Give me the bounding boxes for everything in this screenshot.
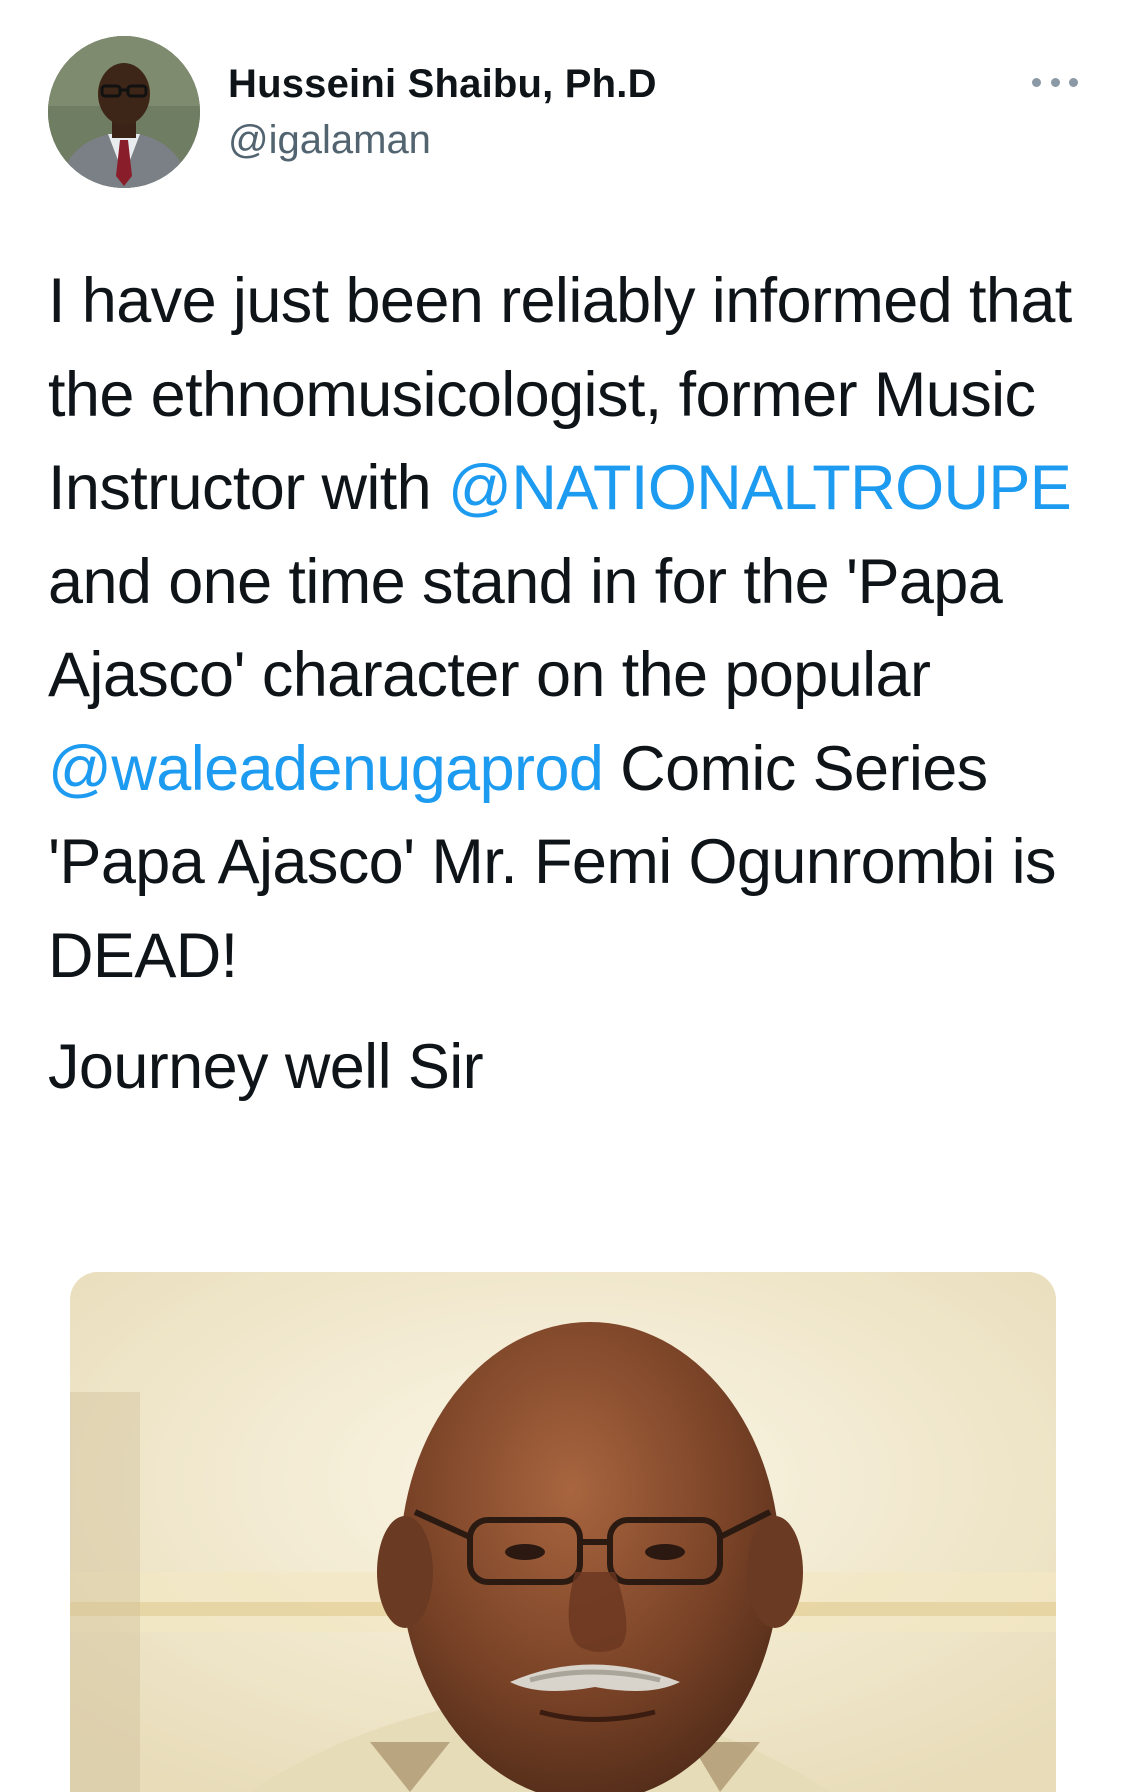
author-name[interactable]: Husseini Shaibu, Ph.D xyxy=(228,62,657,107)
mention-link[interactable]: @NATIONALTROUPE xyxy=(448,453,1072,523)
more-horizontal-icon[interactable] xyxy=(1032,74,1078,90)
tweet: Husseini Shaibu, Ph.D @igalaman I have j… xyxy=(0,0,1125,1792)
more-dot xyxy=(1069,77,1078,87)
tweet-paragraph: I have just been reliably informed that … xyxy=(48,255,1088,1003)
tweet-text-segment: and one time stand in for the 'Papa Ajas… xyxy=(48,546,1003,711)
tweet-paragraph: Journey well Sir xyxy=(48,1032,484,1102)
tweet-header: Husseini Shaibu, Ph.D @igalaman xyxy=(48,36,1078,196)
more-dot xyxy=(1050,77,1060,87)
author-handle[interactable]: @igalaman xyxy=(228,118,431,163)
more-dot xyxy=(1032,77,1041,87)
avatar[interactable] xyxy=(48,36,200,188)
tweet-text: I have just been reliably informed that … xyxy=(48,255,1088,1115)
mention-link[interactable]: @waleadenugaprod xyxy=(48,734,604,804)
tweet-photo[interactable] xyxy=(70,1272,1056,1792)
